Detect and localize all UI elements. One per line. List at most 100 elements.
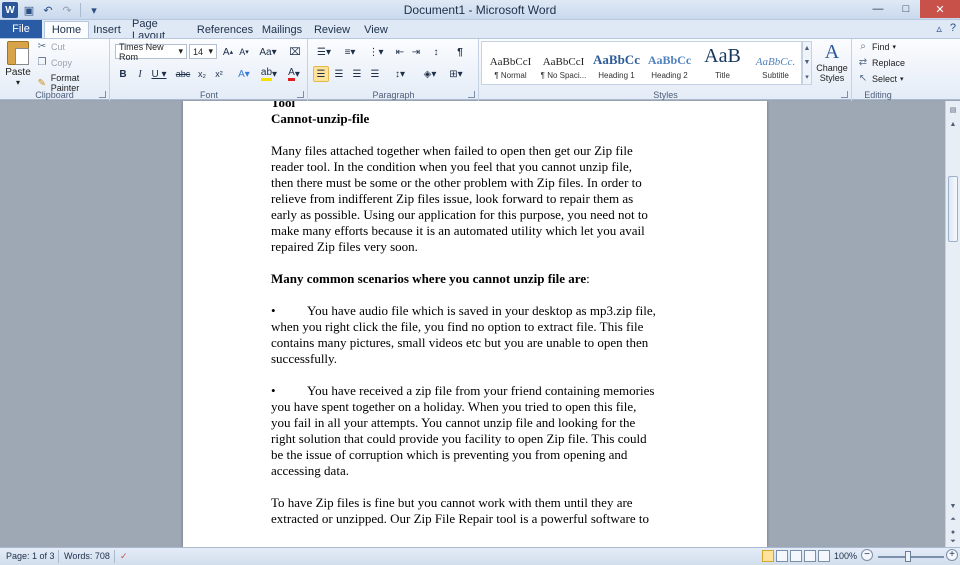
gallery-more-icon[interactable]: ▾ xyxy=(805,73,809,81)
cursor-icon: ↖ xyxy=(858,73,868,84)
scenarios-heading: Many common scenarios where you cannot u… xyxy=(271,271,681,287)
font-name-select[interactable]: Times New Rom ▾ xyxy=(115,42,187,62)
align-right-icon[interactable]: ☰ xyxy=(349,66,365,82)
page-count[interactable]: Page: 1 of 3 xyxy=(6,551,55,561)
multilevel-list-icon[interactable]: ⋮▾ xyxy=(365,44,387,60)
scroll-up-icon[interactable]: ▲ xyxy=(946,117,960,131)
scroll-down-icon[interactable]: ▼ xyxy=(946,499,960,513)
paragraph-launcher-icon[interactable] xyxy=(468,91,475,98)
underline-icon[interactable]: U ▾ xyxy=(149,66,169,82)
change-styles-label: Change Styles xyxy=(816,63,848,83)
scenarios-heading-colon: : xyxy=(586,271,590,286)
strikethrough-icon[interactable]: abc xyxy=(175,66,191,82)
collapse-ribbon-icon[interactable]: ▵ xyxy=(936,22,942,35)
borders-icon[interactable]: ⊞▾ xyxy=(445,66,467,82)
bold-icon[interactable]: B xyxy=(117,66,129,82)
paste-dropdown-icon[interactable]: ▾ xyxy=(4,78,32,87)
last-para-line: extracted or unzipped. Our Zip File Repa… xyxy=(271,511,649,526)
justify-icon[interactable]: ☰ xyxy=(367,66,383,82)
cut-button[interactable]: ✂ Cut xyxy=(36,41,65,52)
gallery-up-icon[interactable]: ▲ xyxy=(804,45,811,52)
font-launcher-icon[interactable] xyxy=(297,91,304,98)
line-spacing-icon[interactable]: ↕▾ xyxy=(389,66,411,82)
replace-label: Replace xyxy=(872,57,906,68)
word-count[interactable]: Words: 708 xyxy=(64,551,110,561)
grow-font-icon[interactable]: A ▴ xyxy=(221,44,235,60)
tab-references[interactable]: References xyxy=(197,21,253,38)
style-heading-1[interactable]: AaBbCc Heading 1 xyxy=(590,44,643,84)
close-button[interactable]: ✕ xyxy=(920,0,960,18)
style-normal[interactable]: AaBbCcI ¶ Normal xyxy=(484,44,537,84)
scroll-thumb[interactable] xyxy=(948,176,958,242)
page-content[interactable]: Tool Cannot-unzip-file Many files attach… xyxy=(271,101,681,527)
ruler-toggle-icon[interactable]: ▤ xyxy=(946,103,960,117)
increase-indent-icon[interactable]: ⇥ xyxy=(409,44,423,60)
bullet-marker: • xyxy=(271,383,276,398)
zoom-slider-track[interactable] xyxy=(878,556,944,558)
clipboard-launcher-icon[interactable] xyxy=(99,91,106,98)
change-case-icon[interactable]: Aa▾ xyxy=(258,44,278,60)
text-effects-icon[interactable]: A▾ xyxy=(234,66,254,82)
superscript-icon[interactable]: x² xyxy=(212,66,226,82)
tab-mailings[interactable]: Mailings xyxy=(260,21,304,38)
decrease-indent-icon[interactable]: ⇤ xyxy=(393,44,407,60)
find-label: Find xyxy=(872,41,890,52)
change-styles-button[interactable]: A Change Styles xyxy=(815,41,849,83)
status-separator xyxy=(58,550,59,563)
style-title[interactable]: AaB Title xyxy=(696,44,749,84)
zoom-level[interactable]: 100% xyxy=(834,551,857,561)
heading-cannot-unzip: Cannot-unzip-file xyxy=(271,111,370,126)
web-layout-icon[interactable] xyxy=(790,550,802,562)
shading-icon[interactable]: ◈▾ xyxy=(419,66,441,82)
text-line-tool: Tool xyxy=(271,101,296,110)
align-center-icon[interactable]: ☰ xyxy=(331,66,347,82)
bullet2-line: be the issue of corruption which is prev… xyxy=(271,447,628,462)
subscript-icon[interactable]: x₂ xyxy=(195,66,209,82)
full-screen-reading-icon[interactable] xyxy=(776,550,788,562)
show-marks-icon[interactable]: ¶ xyxy=(453,44,467,60)
tab-home[interactable]: Home xyxy=(44,21,89,38)
font-color-icon[interactable]: A ▾ xyxy=(283,66,305,82)
sort-icon[interactable]: ↕ xyxy=(429,44,443,60)
tab-review[interactable]: Review xyxy=(312,21,352,38)
styles-group-label: Styles xyxy=(653,90,678,100)
zoom-out-icon[interactable]: − xyxy=(861,549,873,561)
print-layout-view-icon[interactable] xyxy=(762,550,774,562)
outline-view-icon[interactable] xyxy=(804,550,816,562)
paste-button[interactable]: Paste ▾ xyxy=(4,41,32,87)
draft-view-icon[interactable] xyxy=(818,550,830,562)
copy-button[interactable]: ❐ Copy xyxy=(36,57,73,68)
style-no-spacing-name: ¶ No Spaci... xyxy=(540,71,587,80)
maximize-button[interactable]: □ xyxy=(892,0,920,18)
document-page[interactable]: Tool Cannot-unzip-file Many files attach… xyxy=(183,101,767,547)
status-separator xyxy=(114,550,115,563)
bullets-icon[interactable]: ☰▾ xyxy=(313,44,335,60)
minimize-button[interactable]: — xyxy=(864,0,892,18)
tab-page-layout[interactable]: Page Layout xyxy=(132,18,190,42)
proofing-icon[interactable]: ✓ xyxy=(120,551,128,562)
italic-icon[interactable]: I xyxy=(134,66,146,82)
replace-button[interactable]: ⇄ Replace xyxy=(857,57,905,68)
style-subtitle[interactable]: AaBbCc. Subtitle xyxy=(749,44,802,84)
zoom-in-icon[interactable]: + xyxy=(946,549,958,561)
gallery-down-icon[interactable]: ▼ xyxy=(804,59,811,66)
styles-launcher-icon[interactable] xyxy=(841,91,848,98)
zoom-slider-thumb[interactable] xyxy=(905,551,911,562)
shrink-font-icon[interactable]: A ▾ xyxy=(237,44,251,60)
numbering-icon[interactable]: ≡▾ xyxy=(339,44,361,60)
clear-formatting-icon[interactable]: ⌧ xyxy=(287,44,303,60)
tab-file[interactable]: File xyxy=(0,20,42,38)
vertical-scrollbar[interactable]: ▤ ▲ ▼ ⏶ ● ⏷ xyxy=(945,101,960,547)
tab-view[interactable]: View xyxy=(360,21,392,38)
style-heading-2[interactable]: AaBbCc Heading 2 xyxy=(643,44,696,84)
help-icon[interactable]: ? xyxy=(950,22,956,35)
font-size-select[interactable]: 14 ▾ xyxy=(189,44,217,59)
align-left-icon[interactable]: ☰ xyxy=(313,66,329,82)
highlight-color-icon[interactable]: ab ▾ xyxy=(258,66,280,82)
tab-insert[interactable]: Insert xyxy=(90,21,124,38)
find-button[interactable]: ⌕ Find ▾ xyxy=(857,41,896,52)
styles-gallery-scroll[interactable]: ▲ ▼ ▾ xyxy=(802,41,812,85)
style-no-spacing[interactable]: AaBbCcI ¶ No Spaci... xyxy=(537,44,590,84)
para1-line: make many efforts because it is an autom… xyxy=(271,223,645,238)
select-button[interactable]: ↖ Select ▾ xyxy=(857,73,904,84)
